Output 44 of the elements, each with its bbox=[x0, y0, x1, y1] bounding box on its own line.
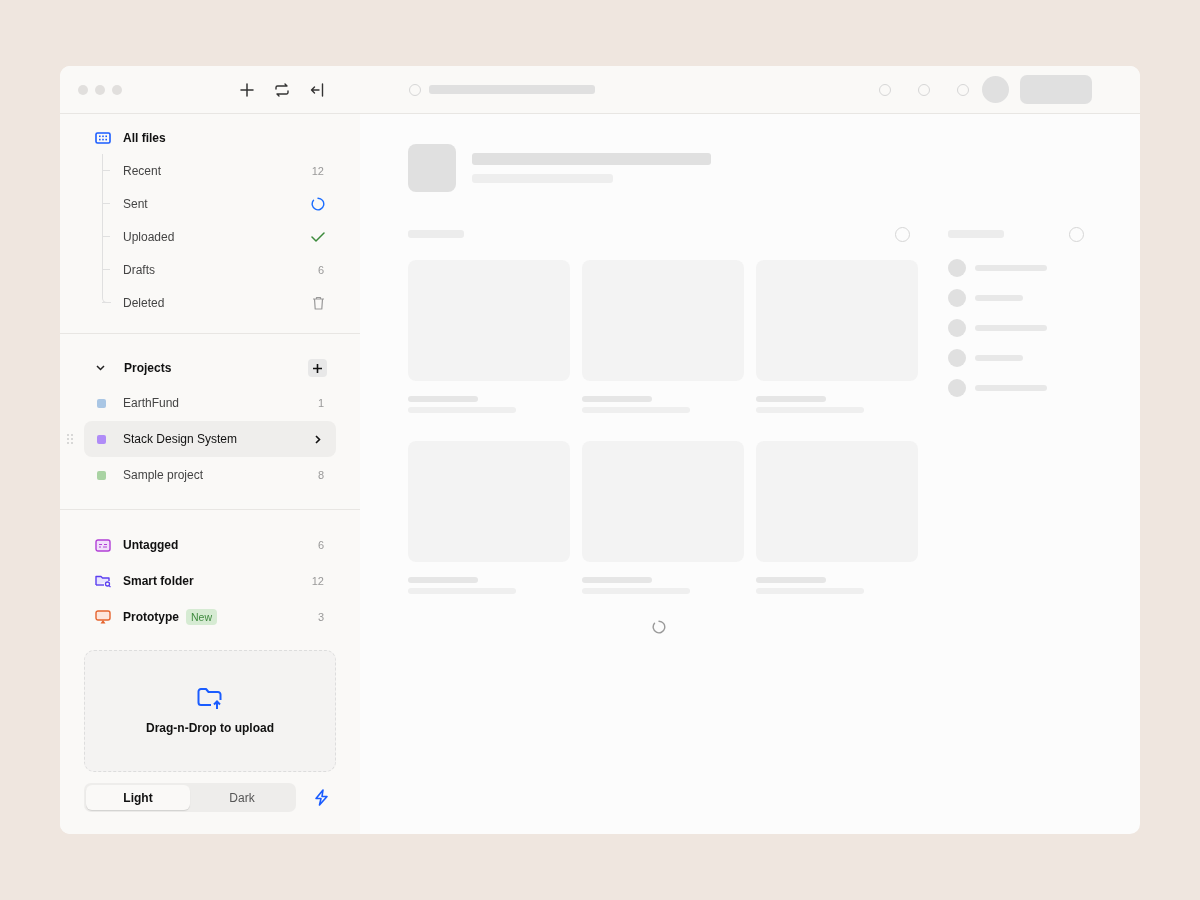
upload-hint: Drag-n-Drop to upload bbox=[146, 720, 274, 735]
project-item[interactable]: EarthFund 1 bbox=[84, 385, 336, 421]
add-project-button[interactable] bbox=[308, 359, 327, 377]
project-item[interactable]: Sample project 8 bbox=[84, 457, 336, 493]
theme-option[interactable]: Light bbox=[86, 785, 190, 810]
trash-icon[interactable] bbox=[312, 295, 325, 310]
sidebar-item[interactable]: Drafts 6 bbox=[102, 253, 336, 286]
collapse-sidebar-icon[interactable] bbox=[310, 82, 324, 97]
lightning-icon[interactable] bbox=[314, 789, 329, 806]
placeholder-circle bbox=[948, 289, 966, 307]
sidebar-item[interactable]: All files bbox=[84, 121, 336, 154]
sidebar-item[interactable]: Recent 12 bbox=[102, 154, 336, 187]
avatar-placeholder bbox=[982, 76, 1009, 103]
sidebar-item[interactable]: Uploaded bbox=[102, 220, 336, 253]
sidebar-item[interactable]: Untagged 6 bbox=[84, 527, 336, 563]
placeholder-circle bbox=[948, 379, 966, 397]
chevron-down-icon[interactable] bbox=[96, 365, 105, 371]
checkmark-icon bbox=[311, 231, 325, 242]
folder-search-icon bbox=[95, 574, 112, 588]
folder-upload-icon bbox=[197, 687, 223, 710]
sidebar-item[interactable]: Sent bbox=[102, 187, 336, 220]
placeholder-circle bbox=[948, 319, 966, 337]
drag-handle-icon[interactable] bbox=[67, 434, 73, 444]
plus-icon bbox=[313, 363, 322, 373]
upload-dropzone[interactable]: Drag-n-Drop to upload bbox=[84, 650, 336, 772]
section-title: Projects bbox=[124, 361, 172, 375]
skeleton-thumbnail bbox=[408, 144, 456, 192]
presentation-icon bbox=[95, 610, 111, 624]
plus-icon[interactable] bbox=[240, 82, 254, 97]
sidebar-item[interactable]: Deleted bbox=[102, 286, 336, 319]
loading-spinner-icon bbox=[311, 196, 325, 211]
placeholder-circle bbox=[948, 349, 966, 367]
sidebar-item[interactable]: Prototype New 3 bbox=[84, 599, 336, 635]
sync-icon[interactable] bbox=[274, 82, 290, 97]
count: 6 bbox=[317, 263, 324, 276]
new-badge: New bbox=[186, 609, 218, 625]
loading-spinner-icon bbox=[652, 620, 666, 634]
sidebar-item[interactable]: Smart folder 12 bbox=[84, 563, 336, 599]
chevron-right-icon bbox=[315, 434, 321, 444]
tag-card-icon bbox=[95, 538, 111, 552]
placeholder-circle bbox=[948, 259, 966, 277]
grid-icon bbox=[95, 131, 111, 144]
theme-option[interactable]: Dark bbox=[190, 785, 294, 810]
count: 12 bbox=[311, 164, 324, 177]
